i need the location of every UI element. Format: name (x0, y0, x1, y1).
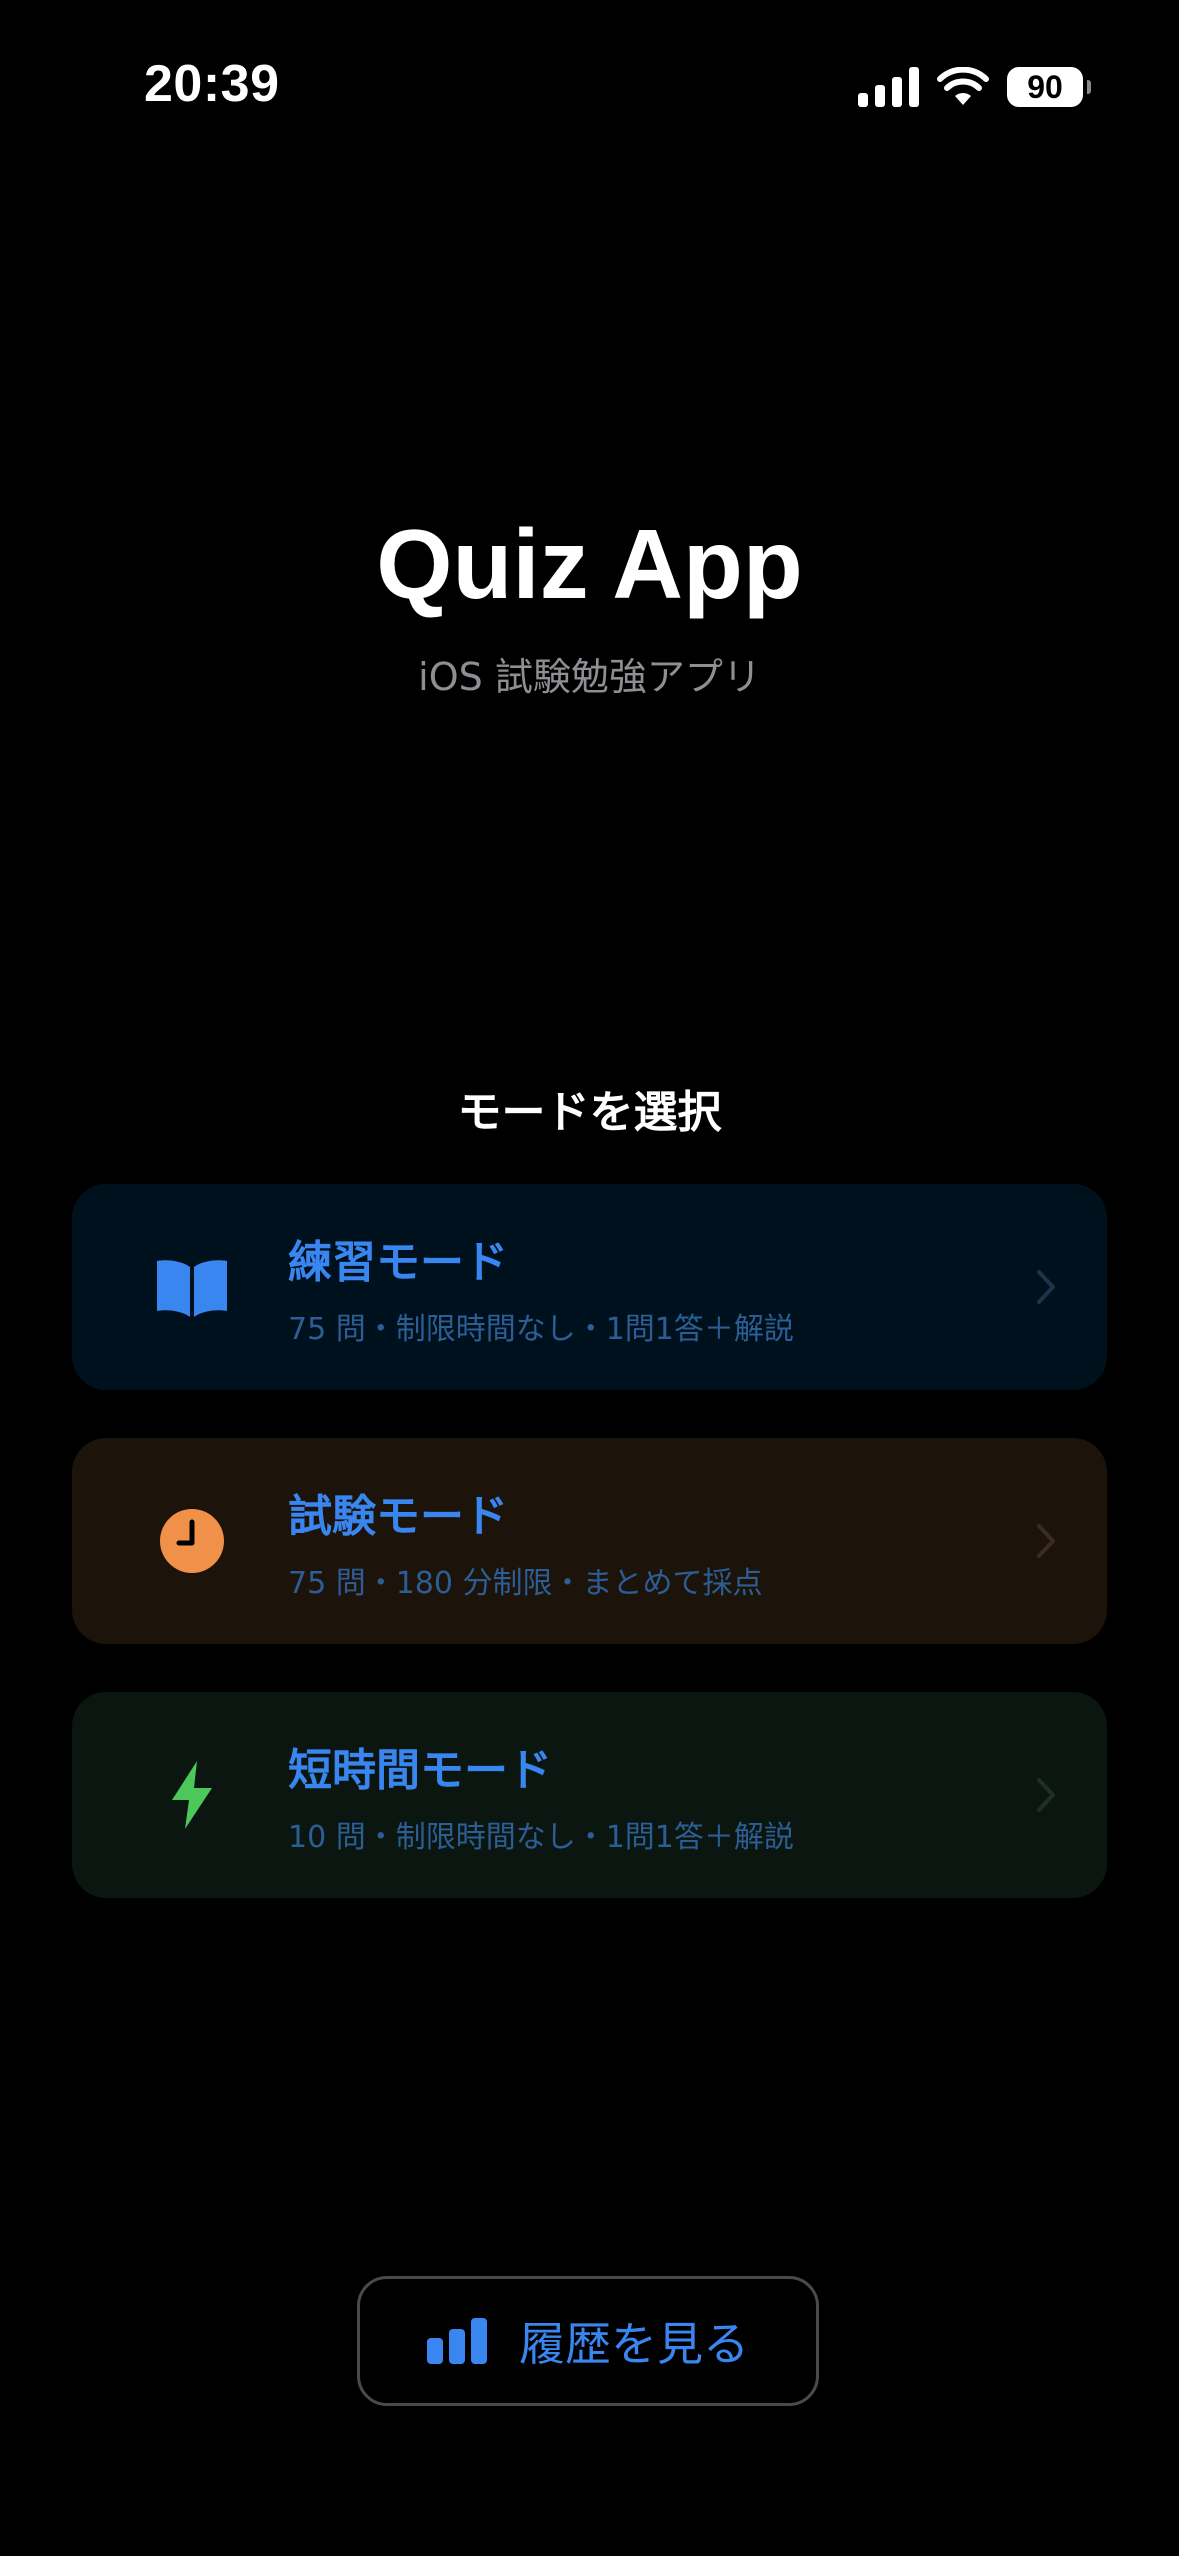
cellular-signal-icon (858, 67, 919, 107)
status-time: 20:39 (144, 55, 280, 113)
status-indicators: 90 (858, 60, 1091, 114)
history-button-label: 履歴を見る (519, 2317, 749, 2371)
practice-mode-description: 75 問・制限時間なし・1問1答＋解説 (288, 1312, 794, 1347)
short-mode-card[interactable]: 短時間モード 10 問・制限時間なし・1問1答＋解説 (72, 1692, 1107, 1898)
chevron-right-icon (1037, 1778, 1055, 1812)
exam-mode-title: 試験モード (288, 1491, 508, 1542)
history-button[interactable]: 履歴を見る (357, 2276, 819, 2406)
lightning-bolt-icon (142, 1745, 242, 1845)
chevron-right-icon (1037, 1270, 1055, 1304)
practice-mode-card[interactable]: 練習モード 75 問・制限時間なし・1問1答＋解説 (72, 1184, 1107, 1390)
short-mode-description: 10 問・制限時間なし・1問1答＋解説 (288, 1820, 794, 1855)
practice-mode-title: 練習モード (288, 1237, 508, 1288)
chevron-right-icon (1037, 1524, 1055, 1558)
bar-chart-icon (427, 2318, 487, 2364)
status-bar: 20:39 90 (0, 0, 1179, 170)
wifi-icon (937, 67, 989, 105)
exam-mode-description: 75 問・180 分制限・まとめて採点 (288, 1566, 763, 1601)
mode-section-title: モードを選択 (457, 1087, 722, 1138)
app-subtitle: iOS 試験勉強アプリ (418, 655, 761, 699)
app-title: Quiz App (376, 509, 803, 619)
short-mode-title: 短時間モード (288, 1745, 552, 1796)
battery-indicator: 90 (1007, 67, 1091, 107)
open-book-icon (142, 1237, 242, 1337)
clock-icon (142, 1491, 242, 1591)
exam-mode-card[interactable]: 試験モード 75 問・180 分制限・まとめて採点 (72, 1438, 1107, 1644)
